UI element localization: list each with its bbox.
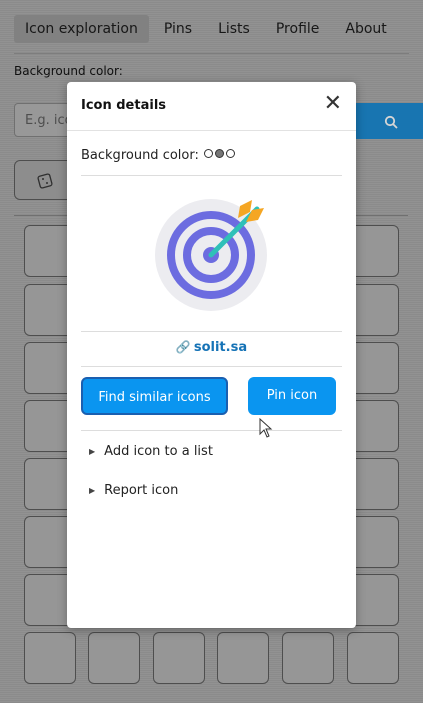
add-to-list-disclosure[interactable]: ▶ Add icon to a list xyxy=(89,444,213,459)
bg-color-label: Background color: xyxy=(81,148,199,163)
divider xyxy=(81,366,342,367)
bg-color-swatches xyxy=(204,149,235,158)
disclosure-triangle-icon: ▶ xyxy=(89,447,96,456)
target-with-arrow-icon xyxy=(155,199,267,311)
pin-icon-button[interactable]: Pin icon xyxy=(248,377,336,415)
close-icon[interactable]: ✕ xyxy=(324,93,342,115)
source-link-row: 🔗 solit.sa xyxy=(67,340,356,355)
source-link[interactable]: solit.sa xyxy=(194,340,247,355)
add-to-list-label: Add icon to a list xyxy=(104,444,213,459)
report-label: Report icon xyxy=(104,483,179,498)
bg-swatch-light[interactable] xyxy=(226,149,235,158)
bg-swatch-white[interactable] xyxy=(204,149,213,158)
disclosure-triangle-icon: ▶ xyxy=(89,486,96,495)
modal-title: Icon details xyxy=(81,98,167,113)
bg-swatch-gray[interactable] xyxy=(215,149,224,158)
report-icon-disclosure[interactable]: ▶ Report icon xyxy=(89,483,178,498)
divider xyxy=(81,175,342,176)
link-icon: 🔗 xyxy=(175,340,191,354)
divider xyxy=(81,331,342,332)
modal-header: Icon details ✕ xyxy=(67,82,356,131)
find-similar-icons-button[interactable]: Find similar icons xyxy=(81,377,228,415)
mouse-cursor-icon xyxy=(259,418,273,438)
icon-details-modal: Icon details ✕ Background color: 🔗 solit.… xyxy=(67,82,356,628)
divider xyxy=(81,430,342,431)
